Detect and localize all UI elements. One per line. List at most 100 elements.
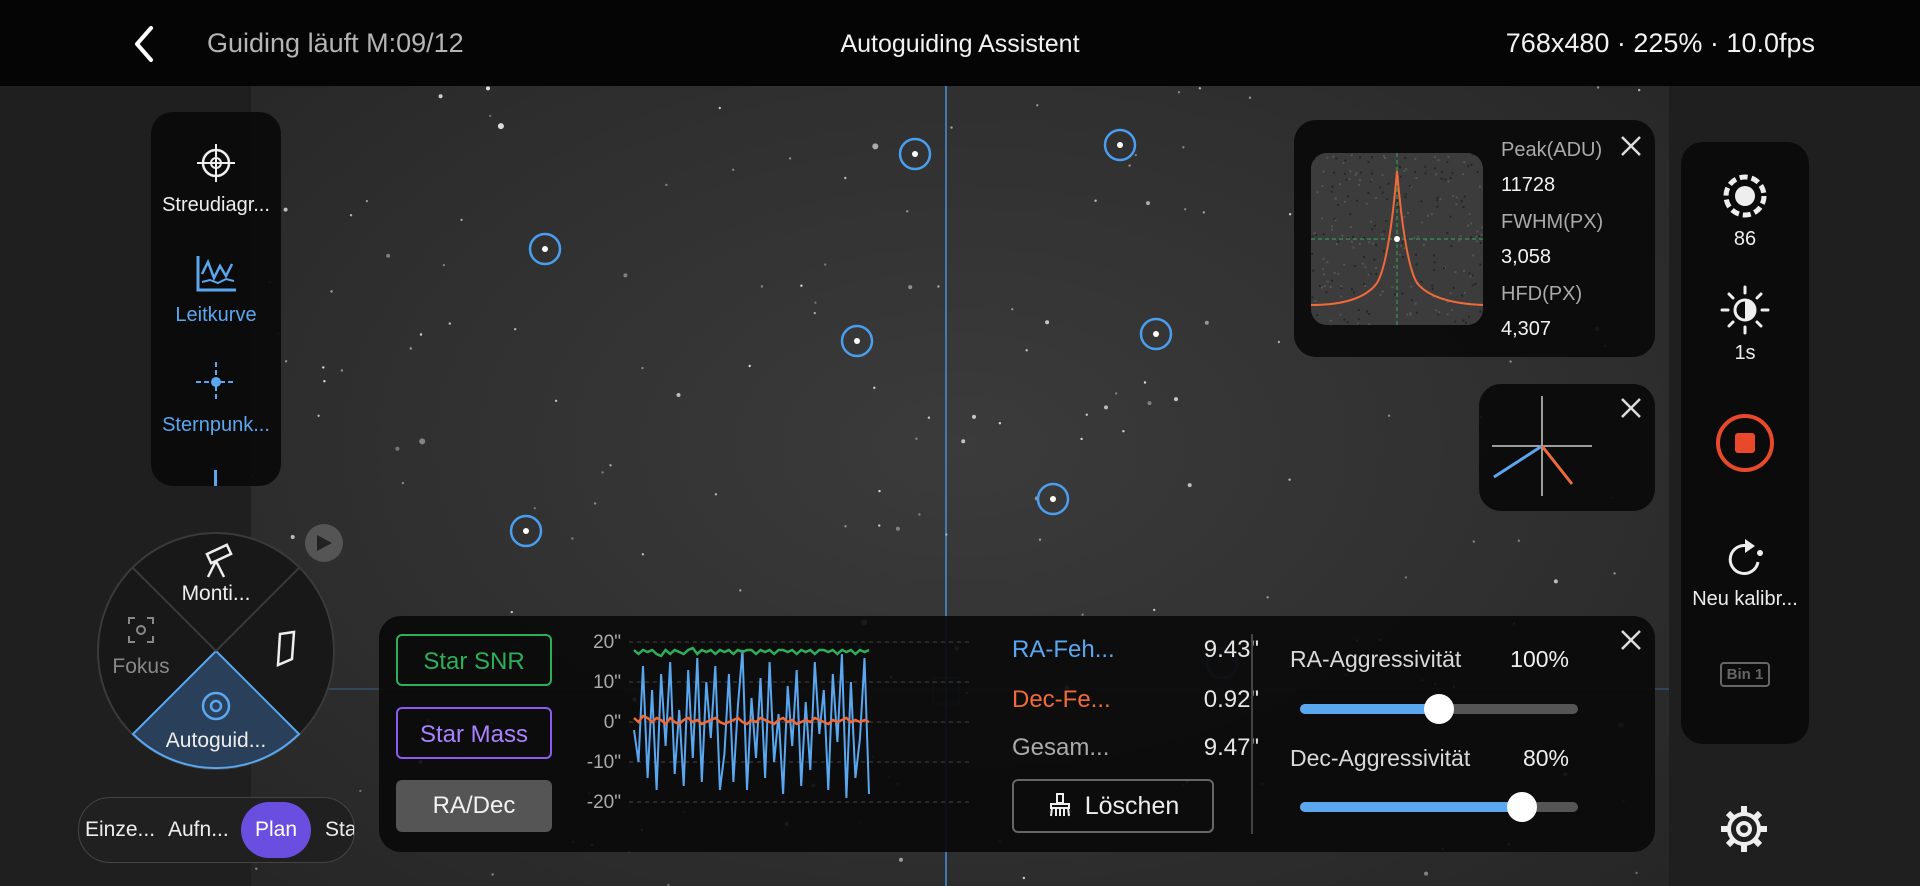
chart-y-tick: 0" [604,712,621,733]
gain-control[interactable]: 86 [1681,170,1809,251]
star-dot [824,263,827,266]
guide-chart: 20" 10" 0" -10" -20" [587,632,969,813]
play-icon[interactable] [304,523,344,563]
clear-button[interactable]: Löschen [1012,779,1214,833]
star-dot [961,439,966,444]
star-profile-thumbnail [1311,153,1483,325]
camera-control-bar: 86 1s Neu kalibr... Bin 1 [1681,142,1809,744]
guide-star [1153,331,1159,337]
wheel-autoguide-label[interactable]: Autoguid... [166,729,266,752]
wheel-focus-label[interactable]: Fokus [112,655,169,678]
capture-mode-bar: Einze... Aufn... Plan Sta [78,797,355,863]
mode-wheel: Monti... Fokus Autoguid... [97,532,335,770]
tool-star-point[interactable]: Sternpunk... [151,360,281,437]
star-dot [731,168,735,171]
star-dot [1387,414,1391,417]
close-icon[interactable] [1617,394,1645,422]
fwhm-value: 3,058 [1501,246,1552,268]
star-dot [1094,199,1097,202]
star-dot [486,86,490,91]
tool-label: Leitkurve [175,304,257,326]
star-dot [1404,576,1408,579]
star-dot [1115,392,1118,395]
slider-knob[interactable] [1507,792,1538,822]
star-dot [1613,572,1616,575]
star-dot [554,399,558,402]
bin-button[interactable]: Bin 1 [1681,662,1809,687]
ra-aggressiveness-value: 100% [1510,646,1569,672]
dec-aggressiveness-slider[interactable] [1300,792,1578,822]
star-dot [927,416,931,419]
star-dot [514,328,517,331]
exposure-control[interactable]: 1s [1681,284,1809,365]
recalibrate-button[interactable]: Neu kalibr... [1681,536,1809,611]
hfd-value: 4,307 [1501,318,1552,340]
star-dot [760,285,764,288]
graph-icon [196,256,236,292]
star-dot [359,789,362,793]
fwhm-label: FWHM(PX) [1501,211,1604,233]
star-dot [1085,413,1088,416]
ra-aggressiveness-slider[interactable] [1300,694,1578,724]
star-dot [748,364,751,368]
star-dot [1080,437,1083,441]
star-profile-panel: Peak(ADU) 11728 FWHM(PX) 3,058 HFD(PX) 4… [1294,120,1655,357]
star-dot [1025,349,1028,352]
star-dot [442,263,446,267]
star-dot [460,218,463,222]
star-point-icon [196,362,236,402]
star-dot [365,199,369,203]
total-error-label: Gesam... [1012,734,1110,761]
star-dot [972,414,976,419]
star-dot [409,347,412,350]
mode-stack[interactable]: Sta [325,798,354,862]
star-dot [1553,579,1558,584]
star-dot [1204,320,1209,325]
slider-knob[interactable] [1424,694,1454,724]
star-dot [1288,213,1292,216]
tool-scatter[interactable]: Streudiagr... [151,142,281,217]
guide-star [1117,142,1123,148]
exposure-value: 1s [1734,342,1756,364]
star-dot [1635,871,1638,875]
star-mass-button[interactable]: Star Mass [396,707,552,759]
star-dot [571,537,574,540]
star-dot [800,284,803,287]
bin-label: Bin 1 [1719,662,1771,687]
wheel-mount-label[interactable]: Monti... [182,582,251,605]
star-dot [1122,430,1125,433]
mode-single[interactable]: Einze... [85,798,155,862]
chart-y-tick: -20" [587,792,621,813]
tool-guide-graph[interactable]: Leitkurve [151,252,281,327]
star-dot [340,369,344,372]
mode-plan[interactable]: Plan [241,802,311,858]
star-dot [873,386,876,389]
settings-gear-icon[interactable] [1718,803,1770,855]
stop-button[interactable] [1681,412,1809,480]
ra-dec-button[interactable]: RA/Dec [396,780,552,832]
star-dot [448,322,451,325]
close-icon[interactable] [1617,132,1645,160]
star-dot [1424,871,1429,876]
star-dot [895,526,900,531]
star-dot [918,513,921,516]
star-dot [1177,91,1181,94]
star-dot [438,94,443,99]
star-snr-button[interactable]: Star SNR [396,634,552,686]
star-dot [510,610,513,614]
close-icon[interactable] [1617,626,1645,654]
star-dot [489,114,492,118]
mode-record[interactable]: Aufn... [168,798,229,862]
star-dot [623,273,628,278]
recalibrate-label: Neu kalibr... [1692,588,1798,610]
star-dot [1036,104,1039,107]
star-dot [714,493,718,496]
back-arrow-icon[interactable] [125,22,165,66]
star-dot [330,290,333,293]
star-dot [641,366,644,370]
star-dot [1174,397,1178,402]
star-dot [317,414,320,417]
star-dot [1104,405,1108,410]
dec-error-label: Dec-Fe... [1012,686,1111,713]
star-dot [814,301,817,304]
